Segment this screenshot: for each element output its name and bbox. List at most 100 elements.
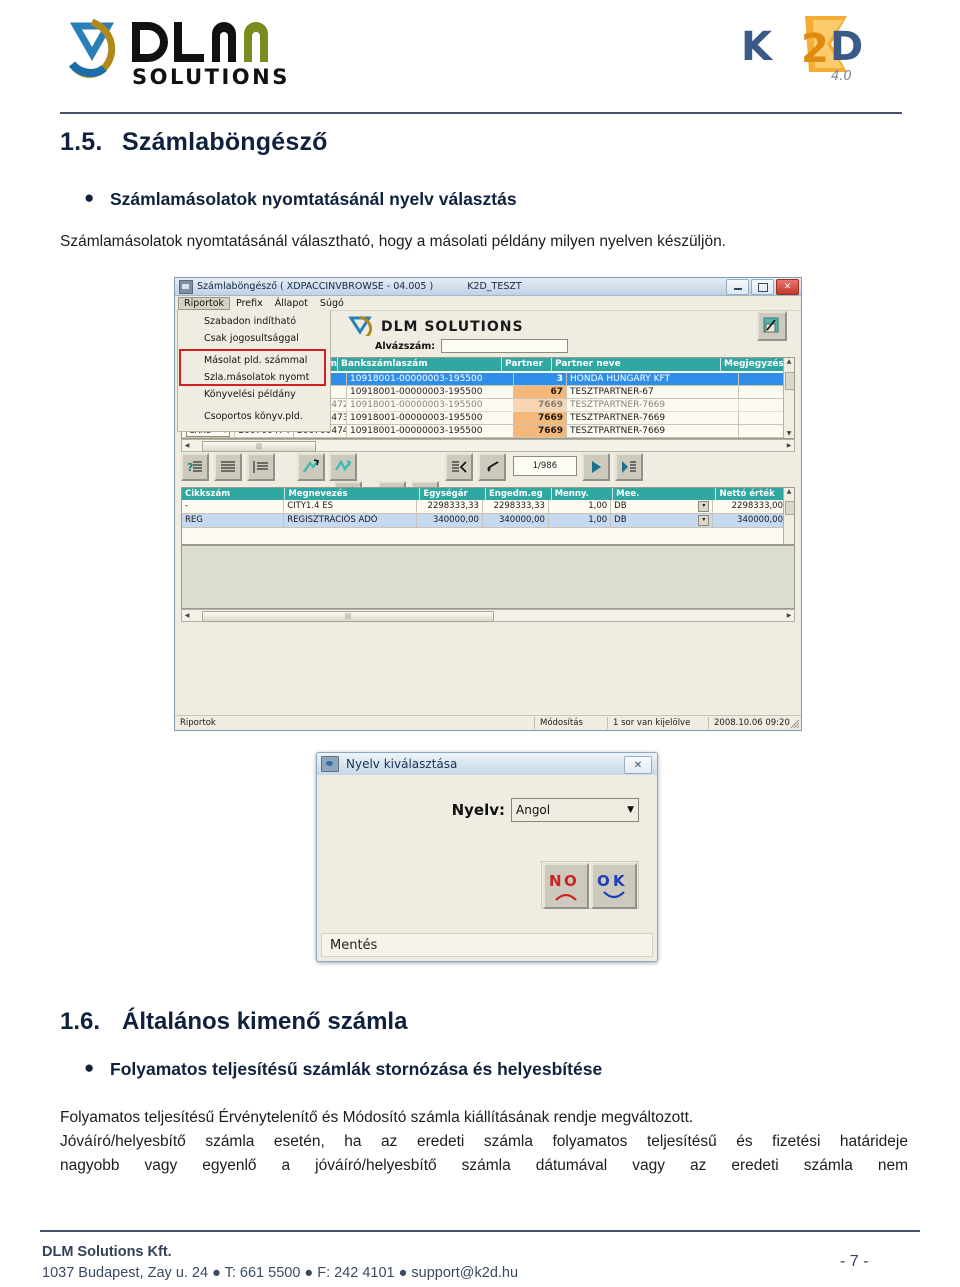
app-window-icon <box>179 279 193 294</box>
menu-item-szabadon-indithato[interactable]: Szabadon indítható <box>178 313 330 330</box>
scroll-thumb[interactable] <box>785 501 794 515</box>
svg-text:K: K <box>613 872 626 890</box>
close-icon: ✕ <box>783 281 792 292</box>
menu-item-konyvelesi-peldany[interactable]: Könyvelési példány <box>178 386 330 403</box>
cell-megnevezes: CITY1.4 ES <box>284 500 417 513</box>
menu-item-csoportos-konyv-pld[interactable]: Csoportos könyv.pld. <box>178 408 330 425</box>
prev-record-button[interactable] <box>478 453 506 481</box>
list-all-button[interactable] <box>213 453 242 481</box>
last-record-button[interactable] <box>614 453 643 481</box>
page-footer: DLM Solutions Kft. 1037 Budapest, Zay u.… <box>42 1242 518 1284</box>
record-toolbar: ? 1/986 <box>181 453 795 509</box>
close-button[interactable]: ✕ <box>776 279 799 295</box>
scroll-left-icon[interactable]: ◀ <box>182 442 192 449</box>
app-statusbar: Riportok Módosítás 1 sor van kijelölve 2… <box>175 715 801 730</box>
hscroll-track[interactable]: ||| <box>192 611 784 622</box>
menu-sugo[interactable]: Súgó <box>314 297 350 310</box>
dialog-close-button[interactable]: ✕ <box>624 756 652 774</box>
k2d-logo: K 2 D 4.0 <box>735 14 870 86</box>
smiley-face-ok-icon: O K <box>597 872 626 899</box>
cell-mee[interactable]: DB ▾ <box>611 500 714 513</box>
scroll-thumb[interactable] <box>785 372 794 390</box>
hscroll-thumb[interactable]: ||| <box>202 611 494 622</box>
mee-value: DB <box>614 501 627 511</box>
cell-mee[interactable]: DB ▾ <box>611 514 714 527</box>
invoice-items-grid[interactable]: Cikkszám Megnevezés Egységár Engedm.eg M… <box>181 487 795 545</box>
first-record-button[interactable] <box>445 453 474 481</box>
cell-partner-name: TESZTPARTNER-67 <box>567 386 739 398</box>
cell-bank: 10918001-00000003-195500 <box>347 386 514 398</box>
section-heading-16: 1.6. Általános kimenő számla <box>60 1008 407 1036</box>
invoice-grid-hscrollbar[interactable]: ◀ ||| ▶ <box>181 439 795 452</box>
dialog-button-group: N O O K <box>541 861 639 909</box>
svg-text:O: O <box>564 872 577 890</box>
menu-allapot[interactable]: Állapot <box>269 297 314 310</box>
next-record-icon <box>591 461 601 473</box>
bullet-dot-icon: ● <box>84 188 95 207</box>
svg-text:D: D <box>830 24 863 70</box>
scroll-up-icon[interactable]: ▲ <box>785 358 793 366</box>
section-number-15: 1.5. <box>60 128 103 156</box>
edit-record-button[interactable] <box>757 311 787 341</box>
list-query-button[interactable]: ? <box>181 453 209 481</box>
invoice-grid-vscrollbar[interactable]: ▲ ▼ <box>783 358 794 438</box>
language-selection-dialog: Nyelv kiválasztása ✕ Nyelv: Angol ▼ N O <box>316 752 658 962</box>
cell-egysegar: 2298333,33 <box>417 500 483 513</box>
col-header-partner: Partner <box>502 358 552 371</box>
detail-hscrollbar[interactable]: ◀ ||| ▶ <box>181 609 795 622</box>
col-header-menny: Menny. <box>552 488 614 500</box>
menu-item-csak-jogosultsaggal[interactable]: Csak jogosultsággal <box>178 330 330 347</box>
paragraph-2: Folyamatos teljesítésű Érvénytelenítő és… <box>60 1106 908 1178</box>
query-list-icon: ? <box>187 461 202 474</box>
table-row[interactable]: REG REGISZTRÁCIÓS ADÓ 340000,00 340000,0… <box>182 514 794 528</box>
filter-clear-button[interactable] <box>329 453 358 481</box>
menu-item-szla-masolatok-nyomt[interactable]: Szla.másolatok nyomt <box>178 369 330 386</box>
ok-button[interactable]: O K <box>591 863 637 909</box>
arrow-zigzag-icon <box>302 459 319 473</box>
language-value: Angol <box>516 803 551 817</box>
cell-partner: 7669 <box>514 412 567 424</box>
scroll-left-icon[interactable]: ◀ <box>182 612 192 619</box>
filter-apply-button[interactable] <box>296 453 325 481</box>
scroll-up-icon[interactable]: ▲ <box>785 488 793 496</box>
scroll-down-icon[interactable]: ▼ <box>785 430 793 438</box>
dialog-titlebar: Nyelv kiválasztása ✕ <box>317 753 657 776</box>
status-selection: 1 sor van kijelölve <box>607 717 708 729</box>
header-divider <box>60 112 902 114</box>
app-titlebar: Számlaböngésző ( XDPACCINVBROWSE - 04.00… <box>175 278 801 296</box>
hscroll-thumb[interactable]: ||| <box>202 441 316 452</box>
dlm-solutions-logo: SOLUTIONS <box>62 12 302 89</box>
table-row[interactable]: - CITY1.4 ES 2298333,33 2298333,33 1,00 … <box>182 500 794 514</box>
resize-grip-icon[interactable] <box>789 718 800 729</box>
next-record-button[interactable] <box>581 453 610 481</box>
no-button[interactable]: N O <box>543 863 589 909</box>
status-mode: Riportok <box>180 718 216 728</box>
language-select[interactable]: Angol ▼ <box>511 798 639 822</box>
col-header-egysegar: Egységár <box>420 488 486 500</box>
cell-partner: 3 <box>514 373 567 385</box>
col-header-mee: Mee. <box>613 488 717 500</box>
section-title-16: Általános kimenő számla <box>122 1008 408 1035</box>
maximize-button[interactable] <box>751 279 774 295</box>
list-indent-button[interactable] <box>246 453 275 481</box>
cell-partner-name: TESZTPARTNER-7669 <box>567 399 739 411</box>
scroll-right-icon[interactable]: ▶ <box>784 442 794 449</box>
cell-cikkszam: REG <box>182 514 285 527</box>
menu-item-masolat-pld-szammal[interactable]: Másolat pld. számmal <box>178 352 330 369</box>
cell-partner: 7669 <box>514 425 567 437</box>
chevron-down-icon[interactable]: ▾ <box>698 501 710 512</box>
cell-egysegar: 340000,00 <box>417 514 483 527</box>
items-grid-vscrollbar[interactable]: ▲ <box>783 488 794 544</box>
scroll-right-icon[interactable]: ▶ <box>784 612 794 619</box>
menu-riportok[interactable]: Riportok <box>178 296 231 310</box>
col-header-megnevezes: Megnevezés <box>285 488 421 500</box>
svg-text:O: O <box>597 872 610 890</box>
app-title: Számlaböngésző ( XDPACCINVBROWSE - 04.00… <box>197 281 434 292</box>
chevron-down-icon[interactable]: ▾ <box>698 515 710 526</box>
status-action: Módosítás <box>534 717 607 729</box>
hscroll-track[interactable]: ||| <box>192 441 784 452</box>
menu-prefix[interactable]: Prefix <box>230 297 269 310</box>
minimize-button[interactable] <box>726 279 749 295</box>
alvazszam-input[interactable] <box>441 339 569 353</box>
language-field-group: Nyelv: Angol ▼ <box>339 797 639 823</box>
